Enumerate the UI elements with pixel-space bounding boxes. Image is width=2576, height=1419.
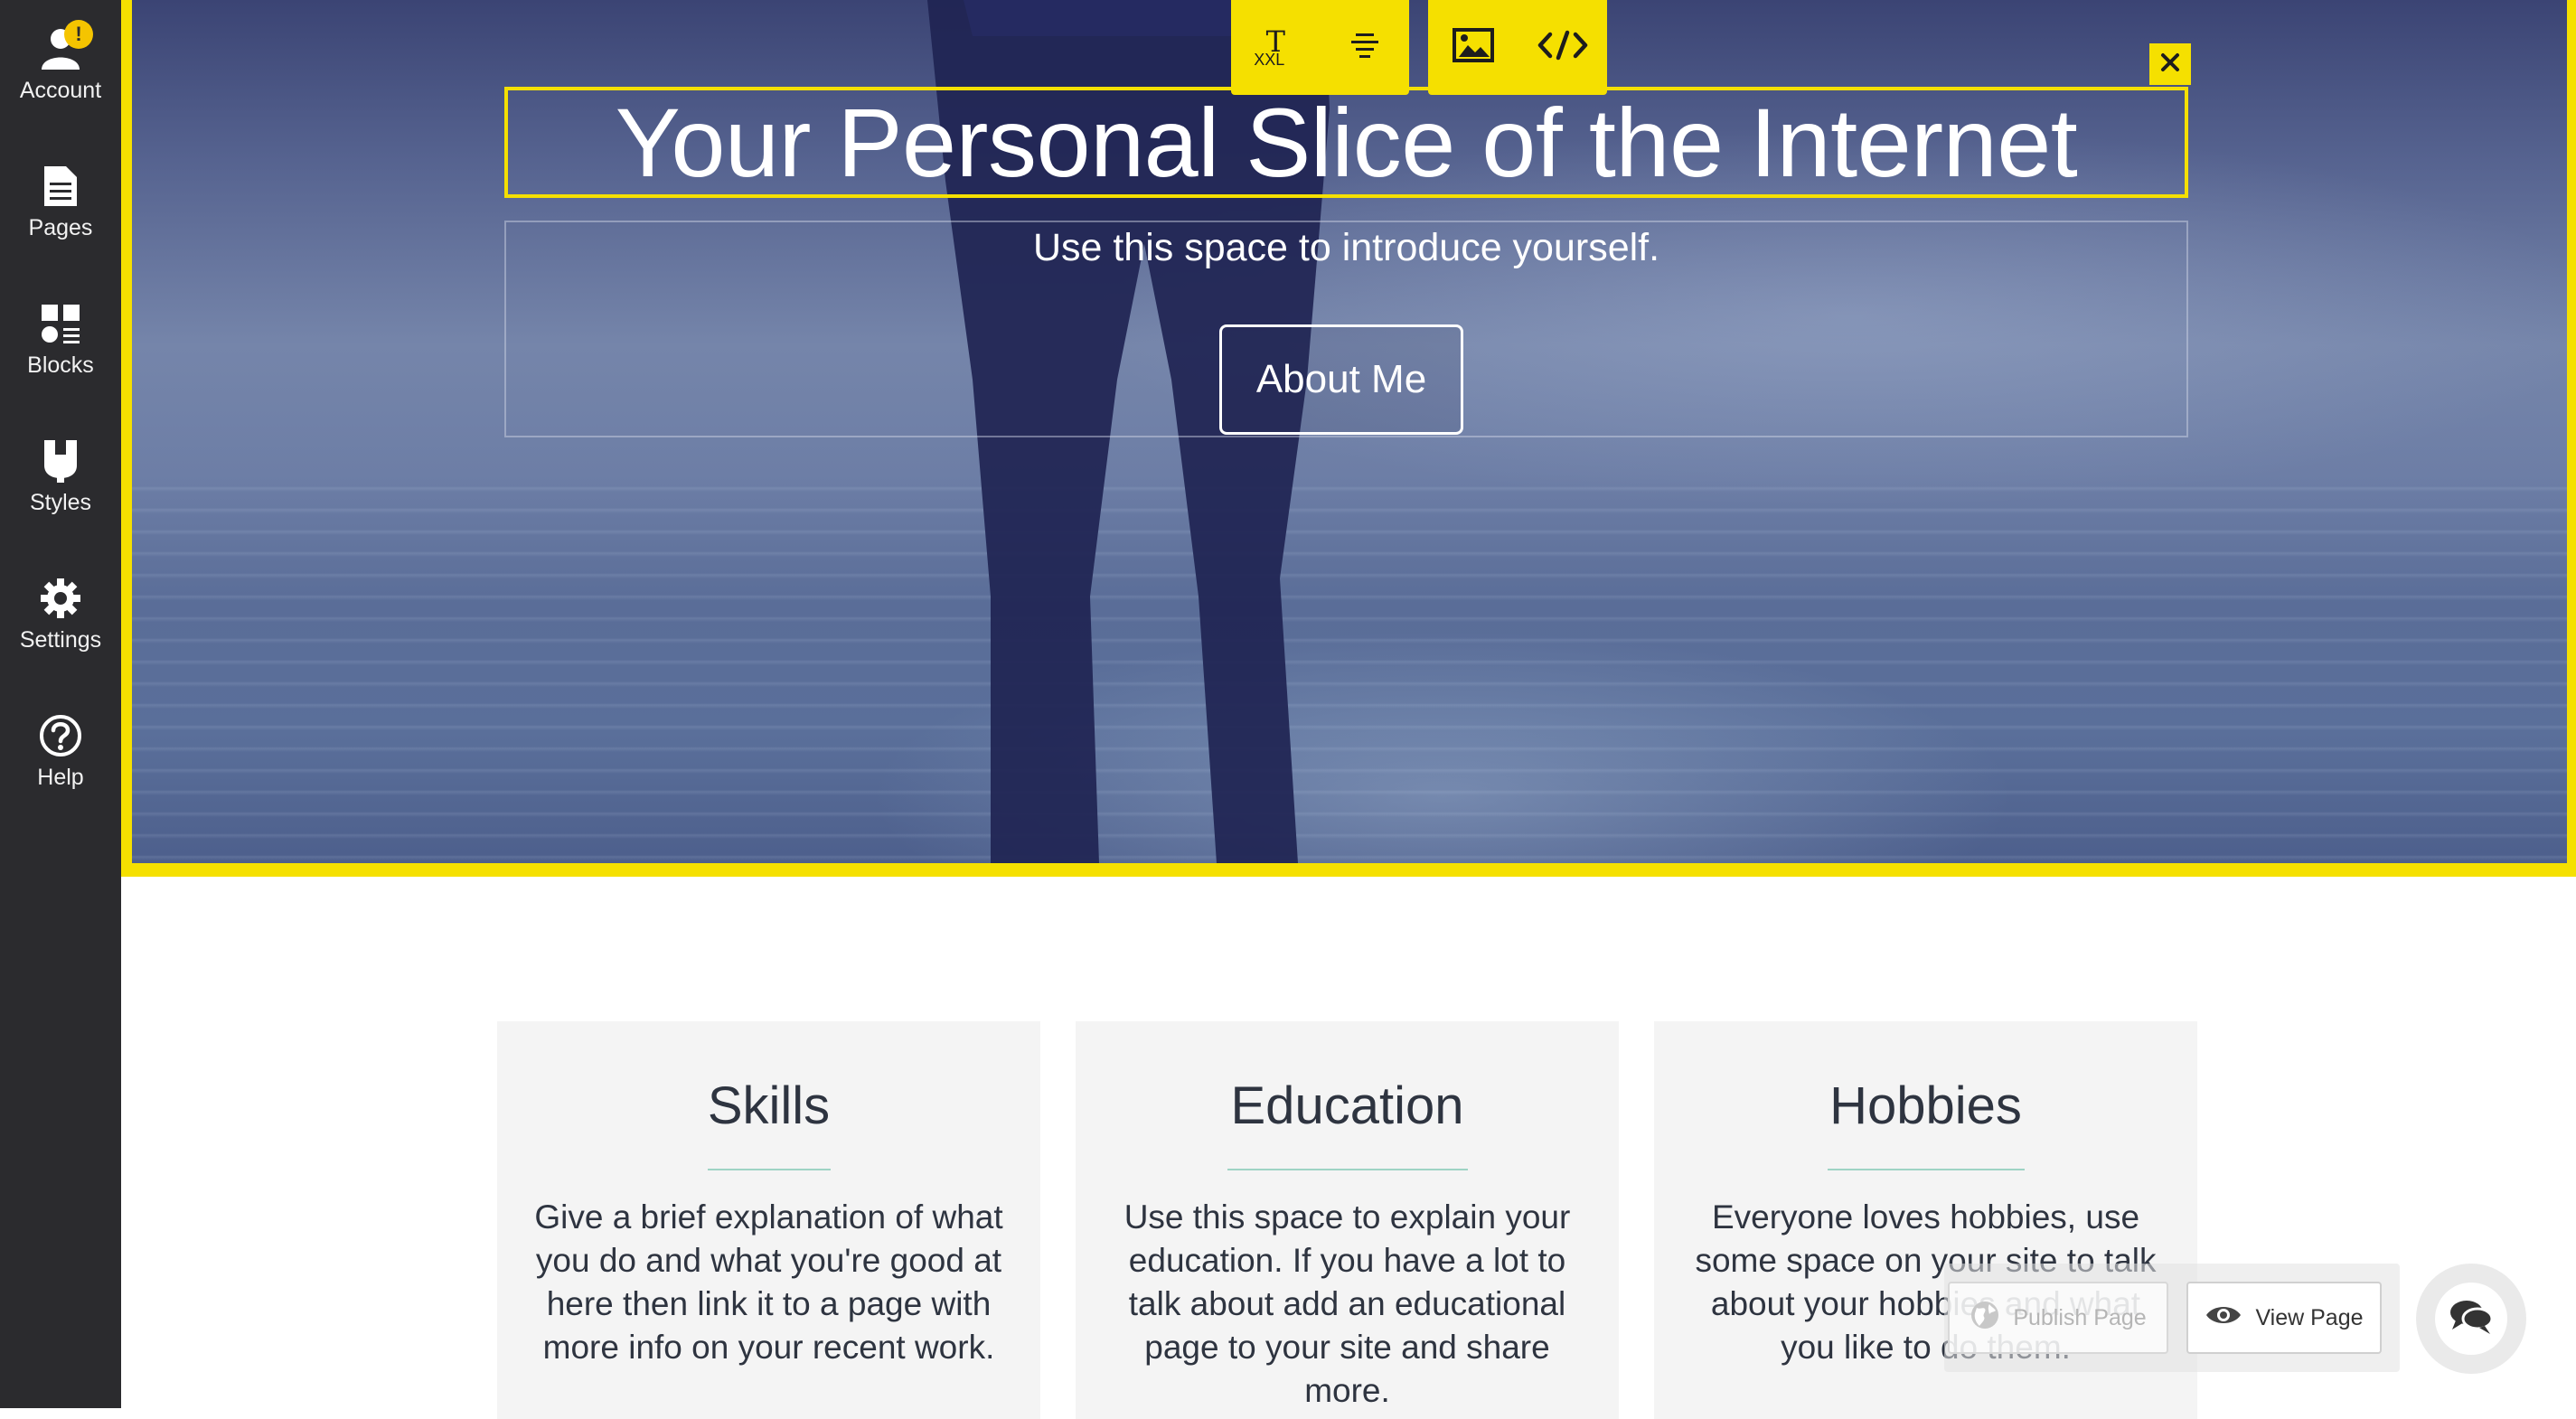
card-title[interactable]: Education <box>1076 1076 1619 1136</box>
text-toolbar: T XXL <box>1231 0 1409 95</box>
sidebar-item-label: Account <box>19 78 102 103</box>
code-icon <box>1537 30 1588 65</box>
close-element-button[interactable] <box>2149 43 2191 85</box>
card-divider <box>707 1169 831 1170</box>
media-toolbar <box>1428 0 1607 95</box>
sidebar-item-blocks[interactable]: Blocks <box>0 298 121 425</box>
text-size-value: XXL <box>1254 50 1285 69</box>
sidebar-item-label: Styles <box>29 490 92 515</box>
hero-title-editor[interactable]: Your Personal Slice of the Internet <box>504 87 2188 198</box>
card-education[interactable]: Education Use this space to explain your… <box>1076 1021 1619 1419</box>
about-me-button[interactable]: About Me <box>1219 324 1463 435</box>
align-center-icon <box>1349 32 1380 63</box>
text-size-button[interactable]: T XXL <box>1239 12 1312 84</box>
user-icon: ! <box>35 20 93 74</box>
background-image-button[interactable] <box>1437 12 1509 84</box>
sidebar-item-label: Blocks <box>27 352 94 378</box>
edit-code-button[interactable] <box>1527 12 1599 84</box>
card-divider <box>1827 1169 2025 1170</box>
chat-button[interactable] <box>2435 1283 2507 1355</box>
sidebar-item-label: Pages <box>28 215 93 240</box>
help-icon <box>35 710 86 761</box>
sidebar-item-account[interactable]: ! Account <box>0 20 121 150</box>
hero-title[interactable]: Your Personal Slice of the Internet <box>616 86 2078 199</box>
card-title[interactable]: Hobbies <box>1654 1076 2197 1136</box>
card-title[interactable]: Skills <box>497 1076 1040 1136</box>
card-divider <box>1227 1169 1468 1170</box>
card-body[interactable]: Use this space to explain your education… <box>1112 1196 1583 1413</box>
chat-launcher <box>2416 1264 2526 1374</box>
page-icon <box>35 161 86 211</box>
eye-icon <box>2205 1303 2242 1333</box>
card-skills[interactable]: Skills Give a brief explanation of what … <box>497 1021 1040 1419</box>
gear-icon <box>35 573 86 624</box>
sidebar-item-help[interactable]: Help <box>0 710 121 837</box>
editor-sidebar: ! Account Pages Blocks Styles Settings H… <box>0 0 121 1408</box>
card-body[interactable]: Give a brief explanation of what you do … <box>533 1196 1004 1369</box>
sidebar-item-pages[interactable]: Pages <box>0 161 121 287</box>
publish-page-button[interactable]: Publish Page <box>1948 1282 2168 1354</box>
sidebar-item-settings[interactable]: Settings <box>0 573 121 700</box>
close-icon <box>2160 52 2180 77</box>
hero-subtitle[interactable]: Use this space to introduce yourself. <box>504 221 2188 275</box>
styles-icon <box>35 436 86 486</box>
sidebar-item-label: Settings <box>19 627 102 653</box>
chat-icon <box>2449 1298 2494 1340</box>
notification-badge: ! <box>64 20 93 49</box>
sidebar-item-label: Help <box>37 765 84 790</box>
view-page-label: View Page <box>2255 1304 2364 1330</box>
sidebar-item-styles[interactable]: Styles <box>0 436 121 562</box>
publish-page-label: Publish Page <box>2013 1304 2147 1330</box>
align-center-button[interactable] <box>1329 12 1401 84</box>
image-icon <box>1452 27 1495 68</box>
blocks-icon <box>35 298 86 349</box>
view-page-button[interactable]: View Page <box>2186 1282 2382 1354</box>
globe-icon <box>1970 1300 2000 1337</box>
